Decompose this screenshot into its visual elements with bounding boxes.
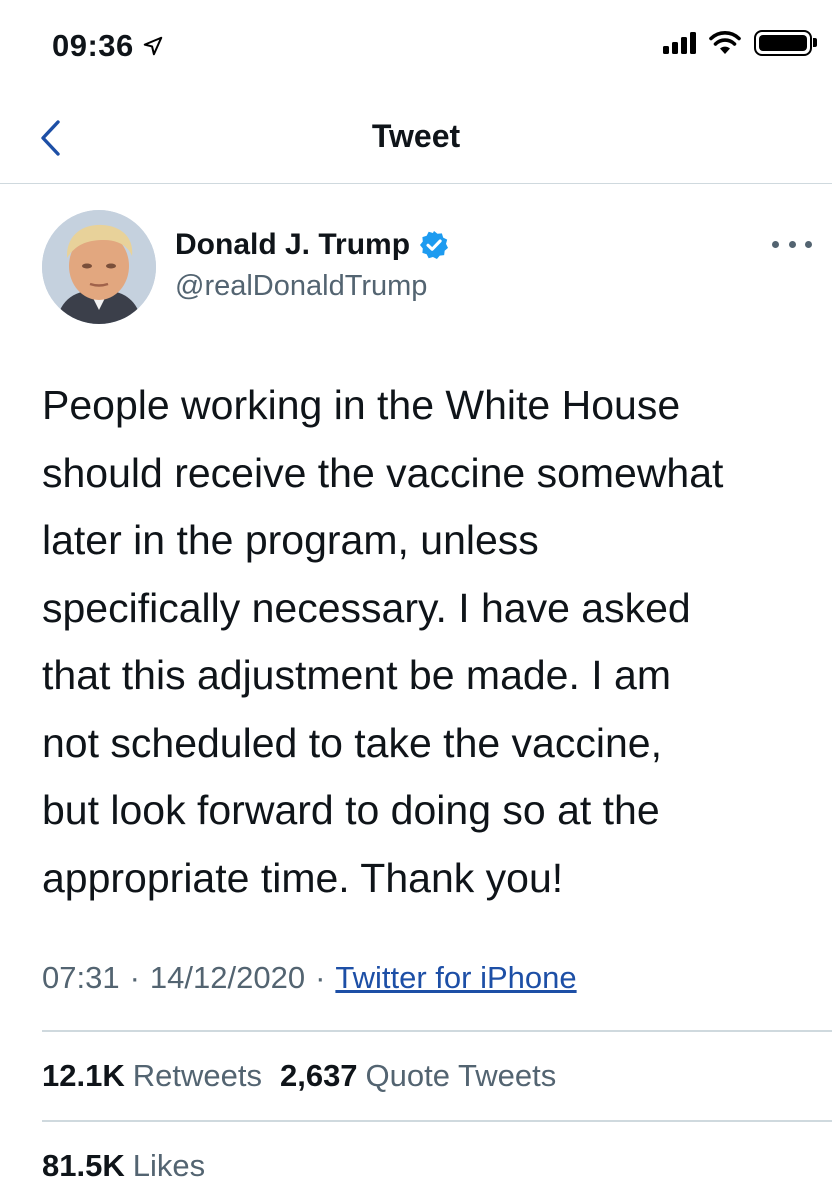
wifi-icon [709,31,741,54]
nav-bar: Tweet [0,96,832,184]
quote-tweets-count: 2,637 [279,1058,358,1093]
tweet-header: Donald J. Trump @realDonaldTrump [42,210,812,326]
display-name-row: Donald J. Trump [175,228,450,262]
quote-tweets-stat[interactable]: 2,637 Quote Tweets [280,1058,556,1094]
status-bar: 09:36 [0,0,832,96]
avatar[interactable] [42,210,156,324]
status-time: 09:36 [52,28,164,64]
author-block[interactable]: Donald J. Trump @realDonaldTrump [175,228,450,303]
retweets-stat[interactable]: 12.1K Retweets [42,1058,262,1094]
likes-label: Likes [132,1148,206,1183]
page-title: Tweet [371,118,461,154]
divider [42,1120,832,1122]
location-arrow-icon [143,36,163,56]
likes-stat[interactable]: 81.5K Likes [42,1148,205,1184]
tweet-text: People working in the White House should… [42,382,724,901]
retweets-count: 12.1K [42,1058,125,1093]
quote-tweets-label: Quote Tweets [365,1058,557,1093]
source-link[interactable]: Twitter for iPhone [335,960,576,996]
clock-time: 09:36 [52,28,134,63]
display-name[interactable]: Donald J. Trump [175,228,410,262]
tweet-time: 07:31 [42,960,120,995]
signal-icon [663,32,696,54]
likes-count: 81.5K [42,1148,125,1183]
user-handle[interactable]: @realDonaldTrump [175,270,450,303]
verified-badge-icon [420,231,449,259]
status-icons [663,30,817,56]
retweets-label: Retweets [132,1058,262,1093]
engagement-stats: 12.1K Retweets 2,637 Quote Tweets [42,1058,556,1094]
meta-separator: · [129,960,140,995]
battery-icon [754,30,817,56]
meta-separator: · [315,960,326,995]
profile-photo [42,210,156,324]
tweet-meta: 07:31 · 14/12/2020 · Twitter for iPhone [42,960,577,996]
tweet-date: 14/12/2020 [149,960,306,995]
more-dots-icon [772,240,779,248]
divider [42,1030,832,1032]
more-options-button[interactable] [772,234,812,254]
